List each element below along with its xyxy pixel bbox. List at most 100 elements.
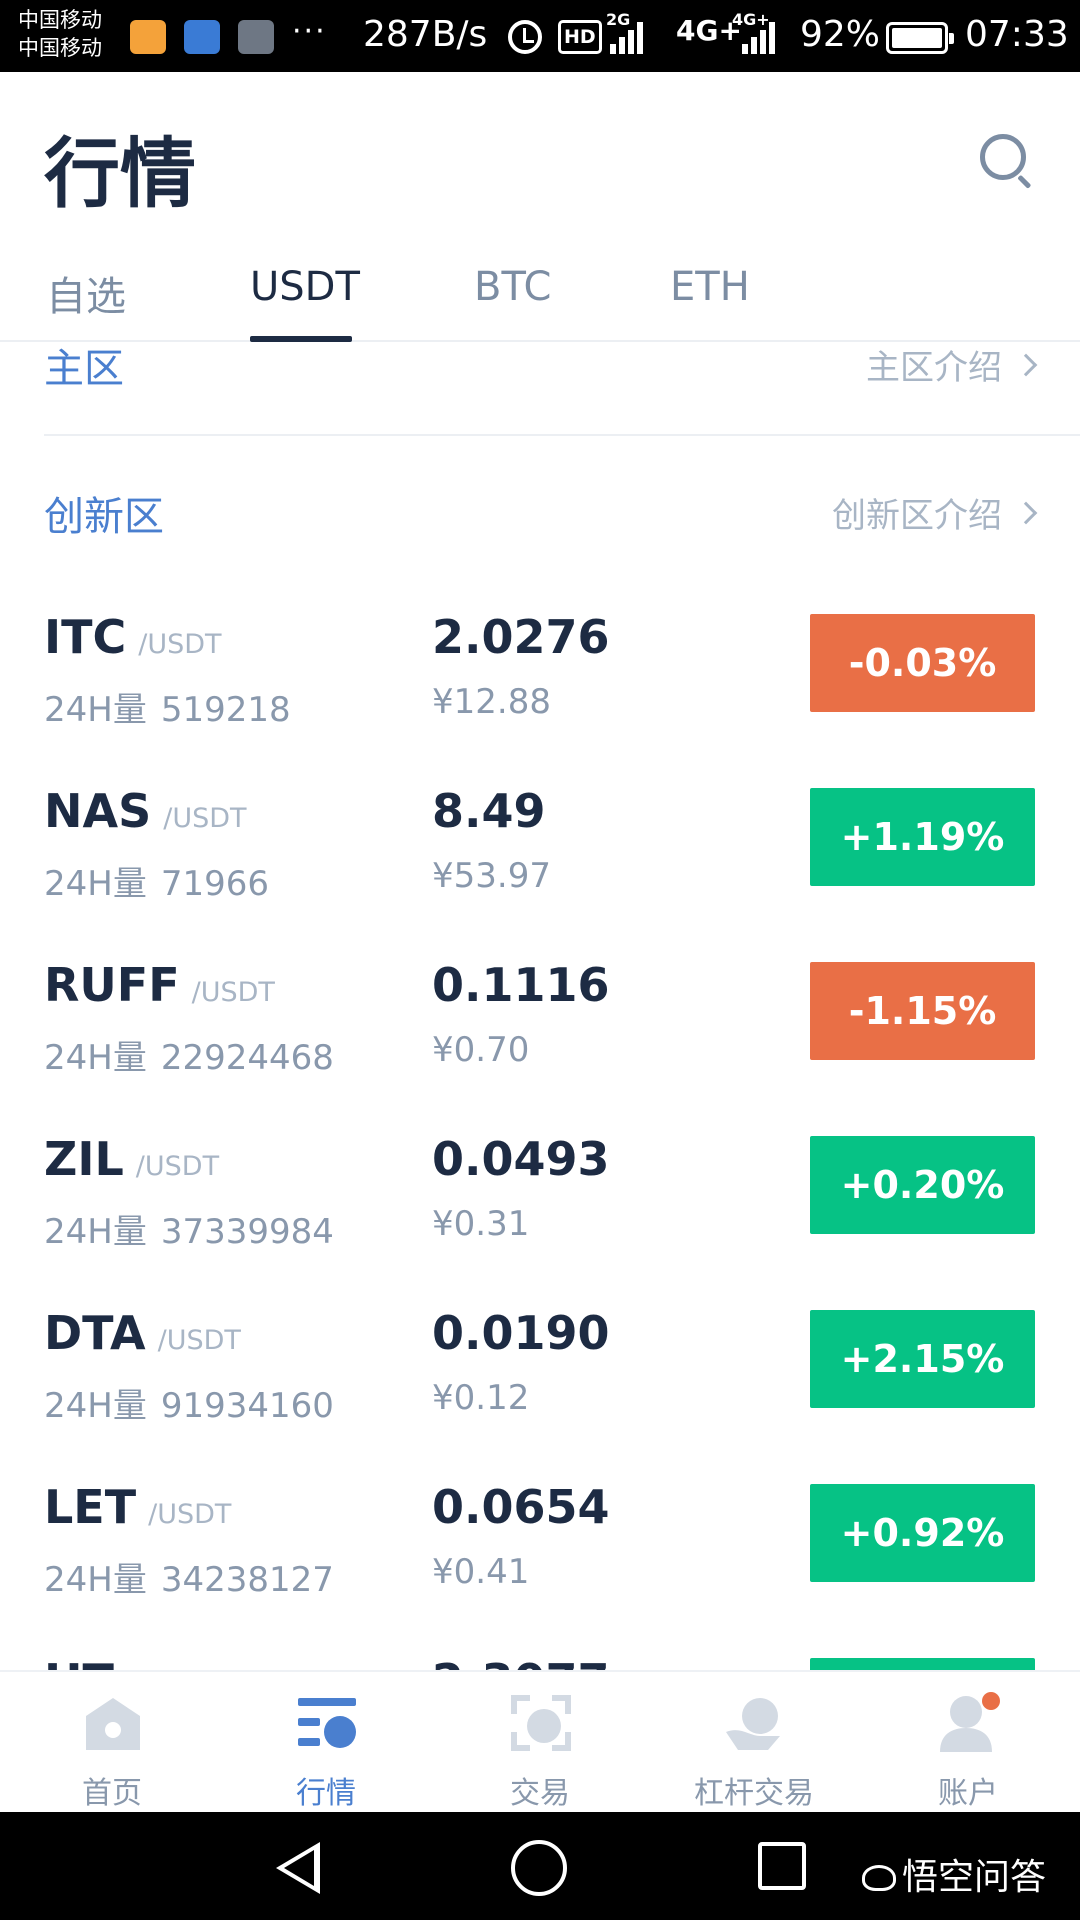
row-volume: 24H量 71966 — [44, 864, 270, 904]
market-row[interactable]: ITC/USDT 24H量 519218 2.0276 ¥12.88 -0.03% — [0, 590, 1080, 764]
market-row[interactable]: HT 2.3077 — [0, 1634, 1080, 1670]
account-icon — [940, 1692, 1000, 1752]
page-title: 行情 — [44, 129, 196, 218]
row-volume: 24H量 91934160 — [44, 1386, 334, 1426]
market-row[interactable]: LET/USDT 24H量 34238127 0.0654 ¥0.41 +0.92… — [0, 1460, 1080, 1634]
row-symbol: DTA/USDT — [44, 1306, 241, 1360]
nav-home-label: 首页 — [82, 1776, 142, 1811]
system-nav-bar: 悟空问答 — [0, 1812, 1080, 1920]
market-row[interactable]: ZIL/USDT 24H量 37339984 0.0493 ¥0.31 +0.20… — [0, 1112, 1080, 1286]
nav-margin-trade[interactable]: 杠杆交易 — [646, 1672, 862, 1814]
market-row[interactable]: RUFF/USDT 24H量 22924468 0.1116 ¥0.70 -1.1… — [0, 938, 1080, 1112]
row-price: 0.0654 — [432, 1480, 610, 1534]
nav-trade-label: 交易 — [510, 1776, 570, 1811]
change-badge[interactable]: +0.20% — [810, 1136, 1035, 1234]
row-price: 0.0190 — [432, 1306, 610, 1360]
tab-eth[interactable]: ETH — [670, 264, 750, 310]
row-quote-currency: /USDT — [163, 803, 247, 834]
health-app-icon — [184, 20, 220, 54]
recent-apps-icon[interactable] — [758, 1842, 806, 1890]
bottom-nav: 首页 行情 交易 杠杆交易 账户 — [0, 1670, 1080, 1812]
change-badge[interactable]: -0.03% — [810, 614, 1035, 712]
clock: 07:33 — [965, 14, 1069, 55]
watermark-logo-icon — [862, 1865, 896, 1891]
more-notifications-icon: ··· — [292, 14, 327, 49]
innovation-zone-intro-link[interactable]: 创新区介绍 — [832, 488, 1038, 537]
change-badge[interactable]: +1.19% — [810, 788, 1035, 886]
carrier-2: 中国移动 — [18, 36, 102, 60]
nav-margin-trade-label: 杠杆交易 — [694, 1776, 814, 1811]
row-cny-price: ¥0.70 — [432, 1030, 530, 1070]
tab-btc[interactable]: BTC — [474, 264, 551, 310]
nav-trade[interactable]: 交易 — [432, 1672, 648, 1814]
battery-percentage: 92% — [800, 14, 881, 55]
row-symbol: LET/USDT — [44, 1480, 232, 1534]
gallery-app-icon — [238, 20, 274, 54]
innovation-zone-intro-label: 创新区介绍 — [832, 496, 1002, 536]
tab-favorites[interactable]: 自选 — [46, 264, 126, 322]
nav-market[interactable]: 行情 — [218, 1672, 434, 1814]
row-volume: 24H量 22924468 — [44, 1038, 334, 1078]
alarm-icon — [508, 20, 542, 54]
tab-usdt[interactable]: USDT — [250, 264, 360, 310]
main-zone-label: 主区 — [44, 346, 124, 392]
change-badge[interactable]: +0.92% — [810, 1484, 1035, 1582]
watermark: 悟空问答 — [862, 1848, 1046, 1900]
carrier-1: 中国移动 — [18, 8, 102, 32]
status-bar: 中国移动 中国移动 ··· 287B/s HD 2G 4G+ 4G+ 92% 0… — [0, 0, 1080, 72]
row-symbol: NAS/USDT — [44, 784, 247, 838]
row-volume: 24H量 519218 — [44, 690, 291, 730]
row-quote-currency: /USDT — [157, 1325, 241, 1356]
row-volume: 24H量 37339984 — [44, 1212, 334, 1252]
active-tab-indicator — [250, 336, 352, 342]
row-price: 2.3077 — [432, 1654, 610, 1670]
row-price: 0.0493 — [432, 1132, 610, 1186]
market-row[interactable]: DTA/USDT 24H量 91934160 0.0190 ¥0.12 +2.15… — [0, 1286, 1080, 1460]
search-icon — [980, 134, 1026, 180]
change-badge[interactable] — [810, 1658, 1035, 1670]
row-symbol: ZIL/USDT — [44, 1132, 220, 1186]
notification-dot — [982, 1692, 1000, 1710]
home-icon — [86, 1698, 140, 1750]
nav-account-label: 账户 — [938, 1776, 998, 1811]
market-list: ITC/USDT 24H量 519218 2.0276 ¥12.88 -0.03%… — [0, 590, 1080, 1670]
nav-market-label: 行情 — [296, 1776, 356, 1811]
network-speed: 287B/s — [363, 14, 488, 55]
row-cny-price: ¥0.12 — [432, 1378, 530, 1418]
signal-icon-2 — [742, 22, 776, 54]
row-symbol: ITC/USDT — [44, 610, 222, 664]
carrier-info: 中国移动 中国移动 — [18, 6, 102, 62]
nav-account[interactable]: 账户 — [860, 1672, 1076, 1814]
main-zone-intro-link[interactable]: 主区介绍 — [866, 344, 1038, 389]
trade-icon — [511, 1695, 571, 1751]
search-button[interactable] — [980, 134, 1032, 189]
signal-icon-1 — [610, 22, 644, 54]
row-symbol: HT — [44, 1654, 114, 1670]
chevron-right-icon — [1014, 353, 1038, 377]
nav-home[interactable]: 首页 — [4, 1672, 220, 1814]
row-price: 0.1116 — [432, 958, 610, 1012]
back-icon[interactable] — [276, 1842, 320, 1894]
main-zone-header: 主区 主区介绍 — [0, 344, 1080, 404]
chevron-right-icon — [1014, 501, 1038, 525]
zone-divider — [44, 434, 1080, 436]
main-zone-intro-label: 主区介绍 — [866, 348, 1002, 388]
hd-icon: HD — [558, 20, 602, 54]
row-quote-currency: /USDT — [148, 1499, 232, 1530]
battery-icon — [886, 22, 954, 54]
change-badge[interactable]: +2.15% — [810, 1310, 1035, 1408]
row-cny-price: ¥53.97 — [432, 856, 551, 896]
row-price: 8.49 — [432, 784, 546, 838]
market-tabs: 自选 USDT BTC ETH — [0, 262, 1080, 342]
row-quote-currency: /USDT — [191, 977, 275, 1008]
row-symbol: RUFF/USDT — [44, 958, 275, 1012]
row-cny-price: ¥0.41 — [432, 1552, 530, 1592]
innovation-zone-label: 创新区 — [44, 494, 164, 540]
row-volume: 24H量 34238127 — [44, 1560, 334, 1600]
market-row[interactable]: NAS/USDT 24H量 71966 8.49 ¥53.97 +1.19% — [0, 764, 1080, 938]
margin-trade-icon — [726, 1698, 780, 1750]
market-icon — [298, 1698, 356, 1748]
home-button-icon[interactable] — [511, 1840, 567, 1896]
notification-app-icon — [130, 20, 166, 54]
change-badge[interactable]: -1.15% — [810, 962, 1035, 1060]
